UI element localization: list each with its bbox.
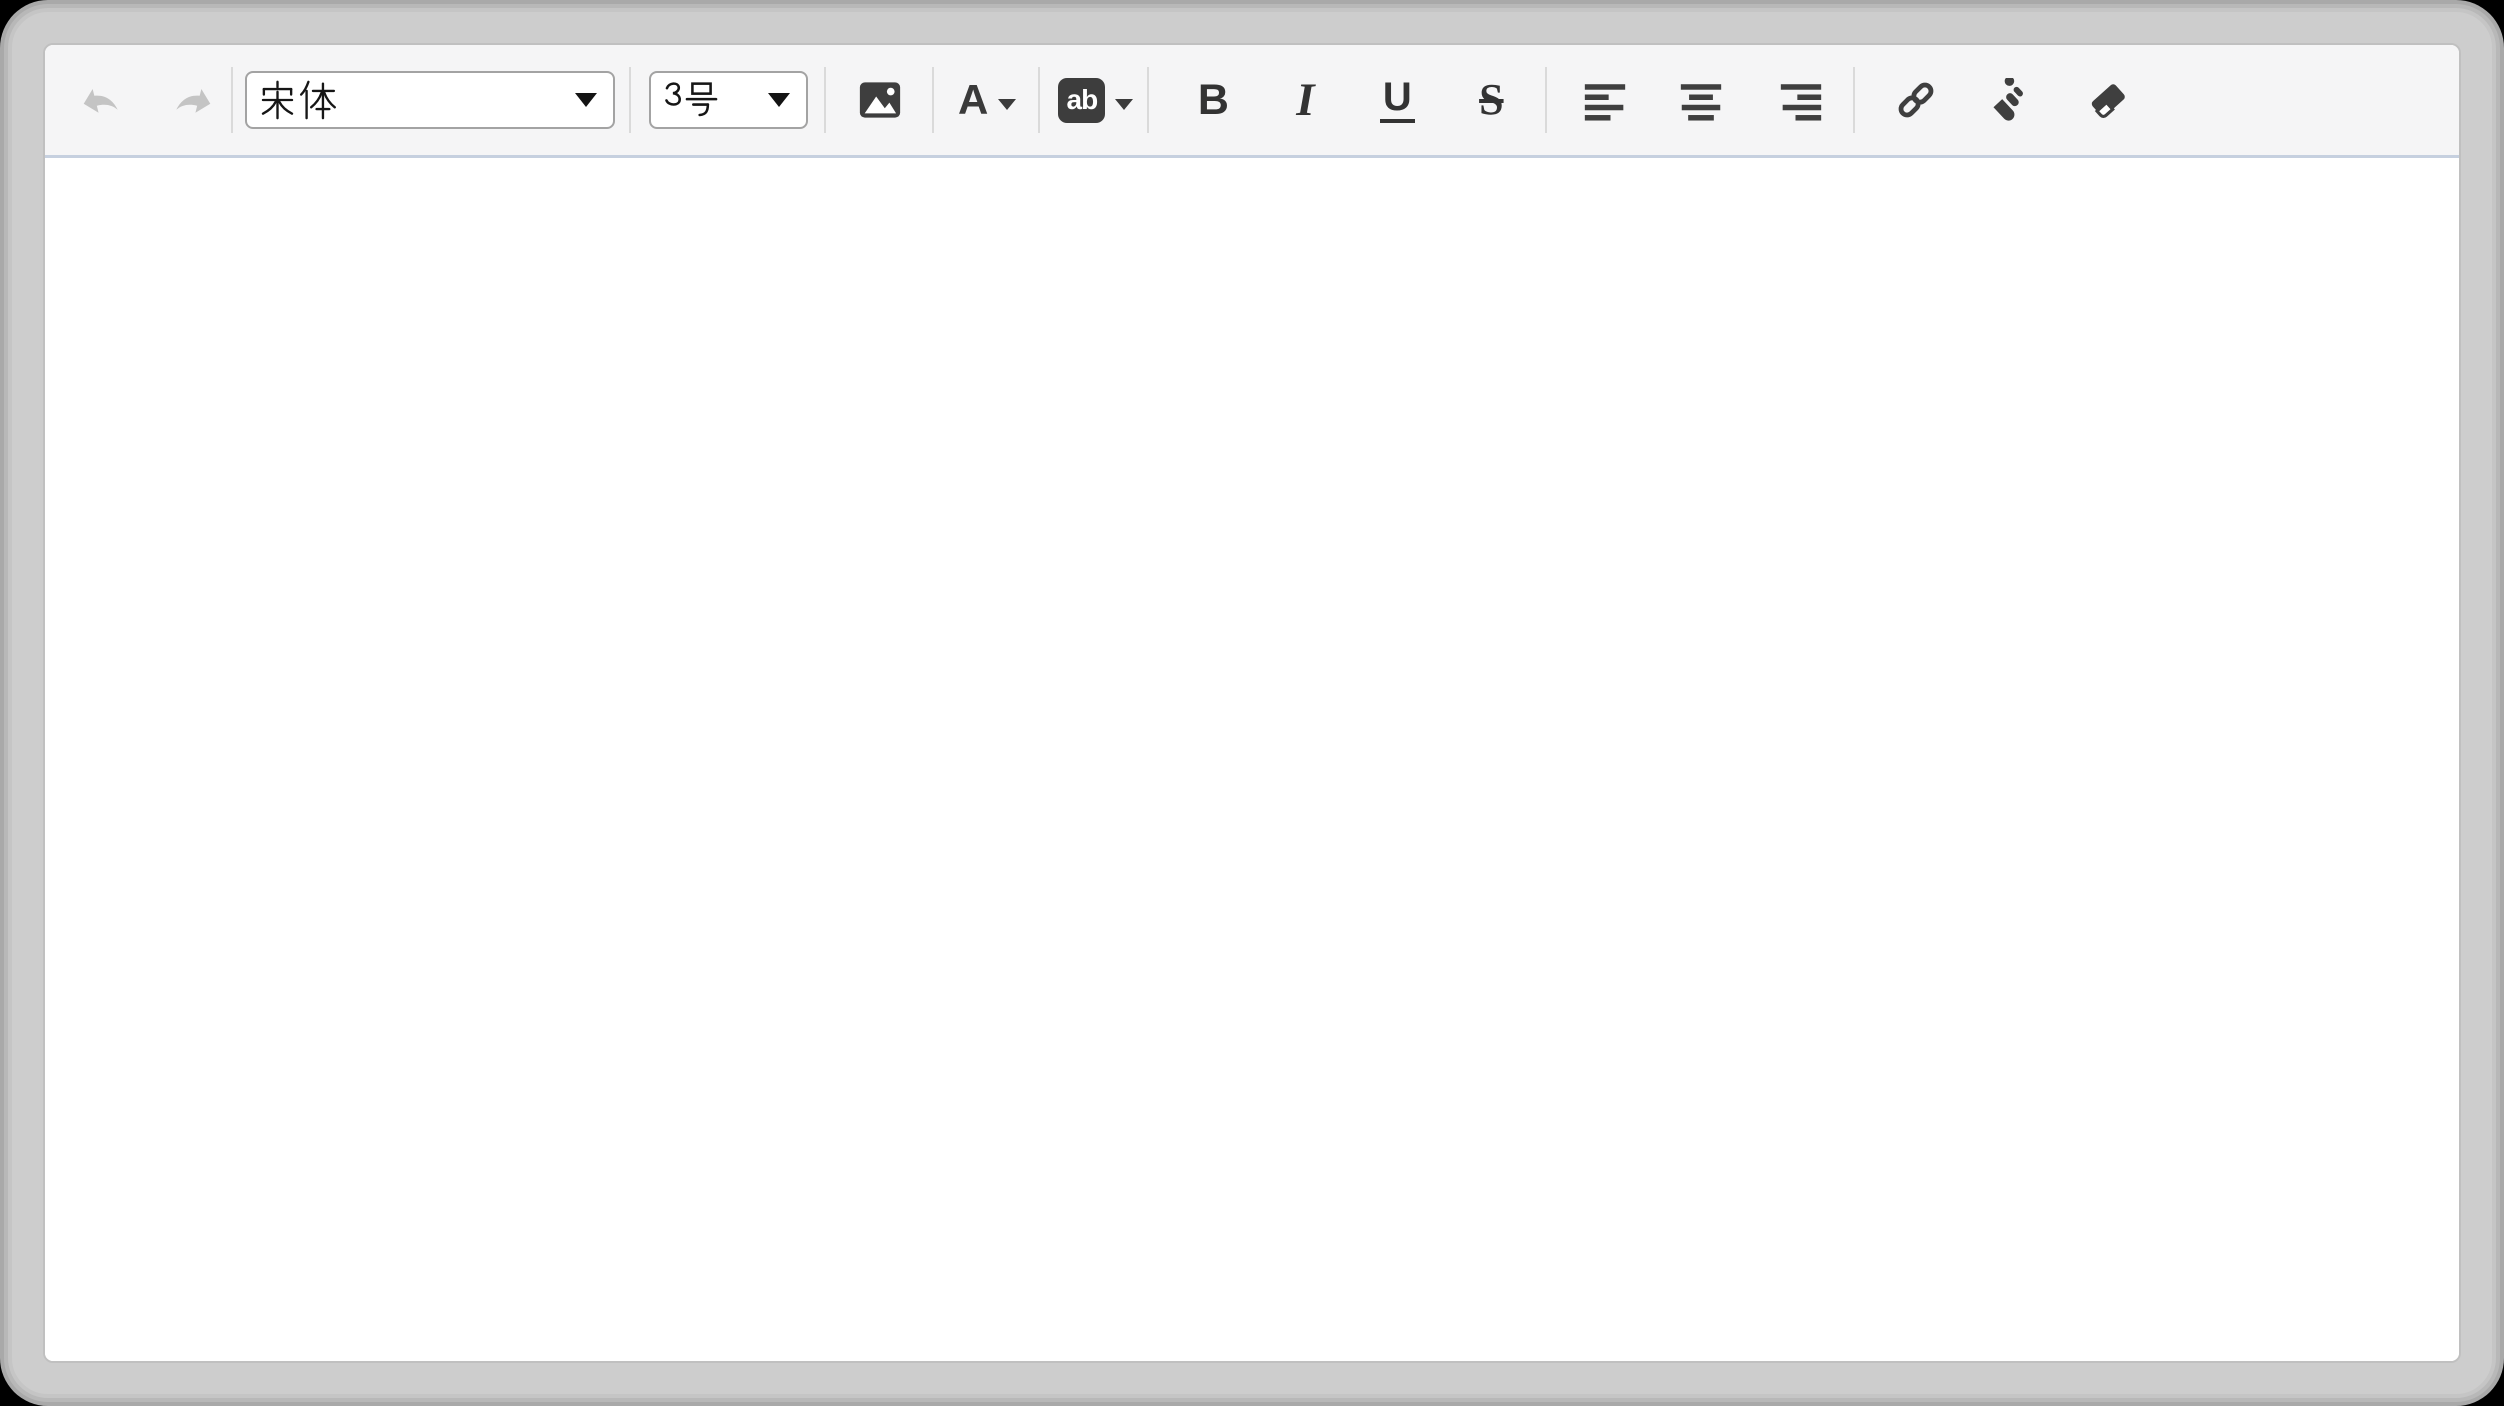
italic-label: I	[1296, 77, 1314, 124]
align-center-icon	[1679, 78, 1723, 122]
font-family-value-glyph	[259, 80, 336, 120]
insert-link-button[interactable]	[1892, 76, 1940, 124]
brush-icon	[1986, 78, 2030, 122]
insert-image-button[interactable]	[856, 76, 904, 124]
bold-label: B	[1198, 79, 1229, 122]
font-color-button[interactable]: A	[958, 76, 1016, 124]
highlight-color-button[interactable]: ab	[1058, 76, 1133, 124]
image-icon	[857, 77, 903, 123]
editor-toolbar: 宋体	[45, 45, 2459, 158]
eraser-icon	[2086, 78, 2130, 122]
dropdown-arrow-icon	[768, 93, 790, 107]
editor-window: 宋体	[12, 12, 2492, 1394]
bold-button[interactable]: B	[1189, 76, 1237, 124]
toolbar-separator	[1545, 67, 1547, 133]
dropdown-arrow-icon	[575, 93, 597, 107]
format-brush-button[interactable]	[1984, 76, 2032, 124]
toolbar-separator	[824, 67, 826, 133]
align-center-button[interactable]	[1677, 76, 1725, 124]
strikethrough-label: S	[1479, 78, 1503, 122]
align-left-button[interactable]	[1581, 76, 1629, 124]
toolbar-separator	[629, 67, 631, 133]
font-color-label: A	[958, 79, 988, 121]
toolbar-separator	[1038, 67, 1040, 133]
redo-arrow-icon	[174, 79, 216, 121]
align-right-button[interactable]	[1777, 76, 1825, 124]
dropdown-arrow-icon	[998, 99, 1016, 110]
font-size-value-glyph	[663, 80, 720, 120]
rich-text-editor: 宋体	[43, 43, 2461, 1363]
editor-content-area[interactable]	[45, 158, 2459, 1361]
toolbar-separator	[231, 67, 233, 133]
link-icon	[1894, 78, 1938, 122]
align-left-icon	[1583, 78, 1627, 122]
toolbar-separator	[1853, 67, 1855, 133]
redo-button[interactable]	[171, 76, 219, 124]
italic-button[interactable]: I	[1281, 76, 1329, 124]
undo-button[interactable]	[75, 76, 123, 124]
dropdown-arrow-icon	[1115, 99, 1133, 110]
align-right-icon	[1779, 78, 1823, 122]
eraser-button[interactable]	[2084, 76, 2132, 124]
underline-button[interactable]: U	[1373, 76, 1421, 124]
undo-arrow-icon	[78, 79, 120, 121]
strikethrough-button[interactable]: S	[1467, 76, 1515, 124]
toolbar-separator	[1147, 67, 1149, 133]
font-family-select[interactable]: 宋体	[245, 71, 615, 129]
underline-label: U	[1380, 77, 1415, 123]
highlight-color-badge: ab	[1058, 78, 1105, 123]
font-size-select[interactable]: 3号	[649, 71, 808, 129]
toolbar-separator	[932, 67, 934, 133]
